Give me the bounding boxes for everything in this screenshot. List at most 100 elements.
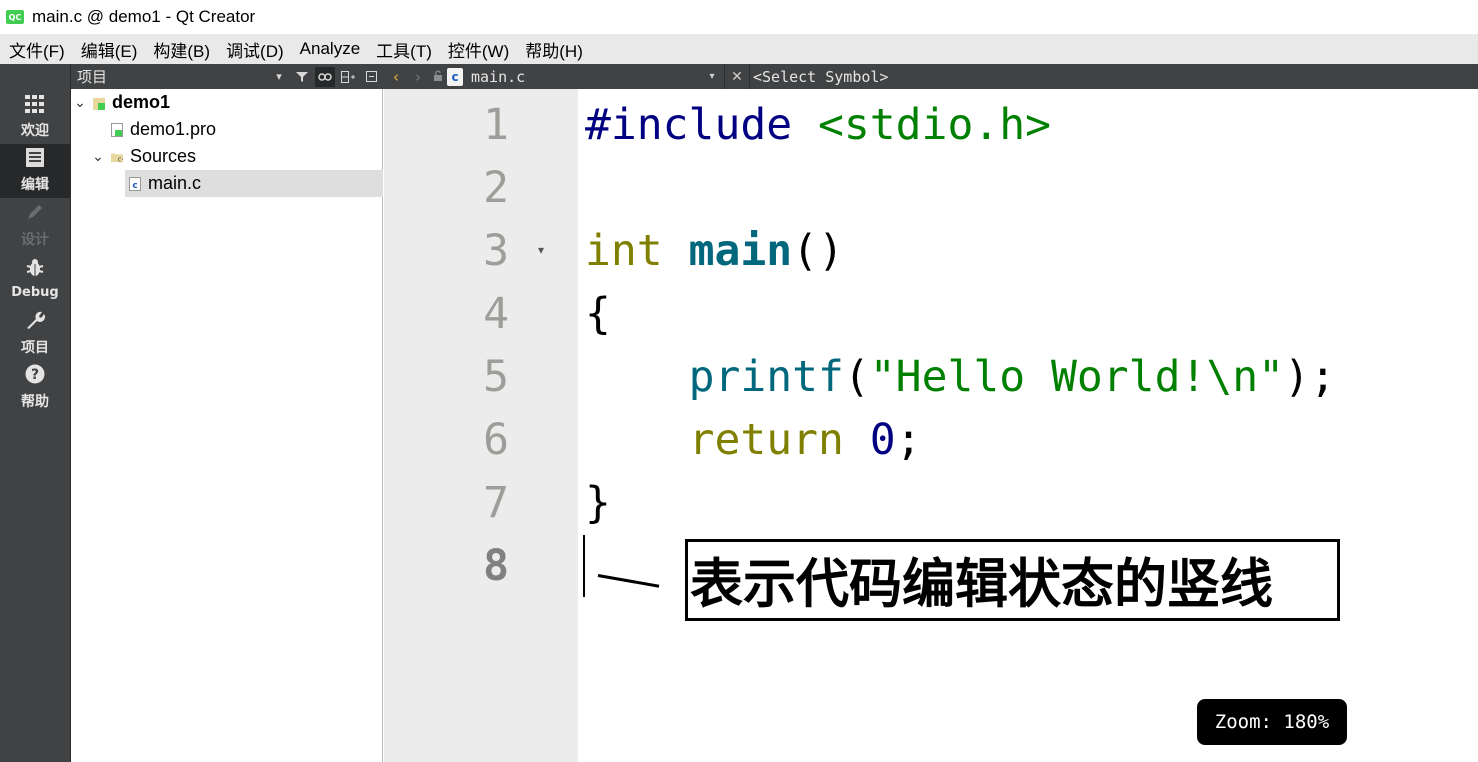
forward-arrow-icon[interactable]: › xyxy=(407,68,429,86)
tree-item-sources[interactable]: ⌄ C+ Sources xyxy=(89,143,383,170)
code-line-5: printf("Hello World!\n"); xyxy=(585,346,1336,409)
text-cursor xyxy=(583,535,585,597)
mode-label: 设计 xyxy=(21,231,49,248)
menu-bar: 文件(F) 编辑(E) 构建(B) 调试(D) Analyze 工具(T) 控件… xyxy=(0,34,1478,64)
string-literal-token: "Hello World!\n" xyxy=(869,352,1285,402)
menu-build[interactable]: 构建(B) xyxy=(145,37,218,62)
number-token: 0 xyxy=(869,415,896,465)
line-number: 3 xyxy=(483,226,509,276)
mode-edit[interactable]: 编辑 xyxy=(0,144,70,198)
line-number-current: 8 xyxy=(483,541,509,591)
lock-icon[interactable] xyxy=(429,69,447,84)
preprocessor-token: #include xyxy=(585,100,818,150)
brace-token: { xyxy=(585,289,611,339)
code-line-1: #include <stdio.h> xyxy=(585,94,1051,157)
divider xyxy=(724,64,725,89)
document-icon xyxy=(26,148,44,172)
menu-file[interactable]: 文件(F) xyxy=(0,37,73,62)
split-icon[interactable] xyxy=(338,67,358,87)
close-icon[interactable]: ✕ xyxy=(728,69,746,85)
line-number: 6 xyxy=(483,415,509,465)
title-bar: QC main.c @ demo1 - Qt Creator xyxy=(0,0,1478,34)
mode-design[interactable]: 设计 xyxy=(0,198,70,252)
project-pane-title: 项目 xyxy=(77,68,108,86)
mode-label: 项目 xyxy=(21,339,49,356)
folder-icon: C+ xyxy=(111,150,123,164)
function-call-token: printf xyxy=(688,352,844,402)
close-pane-icon[interactable] xyxy=(361,67,381,87)
chevron-down-icon[interactable]: ▾ xyxy=(269,67,289,87)
menu-debug[interactable]: 调试(D) xyxy=(218,37,292,62)
mode-debug[interactable]: Debug xyxy=(0,252,70,306)
tree-item-label: Sources xyxy=(130,146,197,166)
pencil-icon xyxy=(25,202,45,227)
link-icon[interactable] xyxy=(315,66,335,87)
c-file-icon: c xyxy=(129,176,141,191)
line-number: 1 xyxy=(483,100,509,150)
menu-help[interactable]: 帮助(H) xyxy=(517,37,591,62)
symbol-selector[interactable]: <Select Symbol> xyxy=(753,68,888,86)
paren-token: ); xyxy=(1284,352,1336,402)
line-number: 2 xyxy=(483,163,509,213)
brace-token: } xyxy=(585,478,611,528)
editor-toolbar: ‹ › c main.c ▾ ✕ <Select Symbol> xyxy=(384,64,1478,89)
annotation-box: 表示代码编辑状态的竖线 xyxy=(685,539,1340,621)
tree-item-demo1-pro[interactable]: demo1.pro xyxy=(111,116,383,143)
c-file-icon: c xyxy=(447,67,463,86)
mode-label: 欢迎 xyxy=(21,122,49,139)
current-file-name[interactable]: main.c xyxy=(471,68,703,86)
semicolon-token: ; xyxy=(895,415,922,465)
mode-welcome[interactable]: 欢迎 xyxy=(0,90,70,144)
tree-item-label: main.c xyxy=(148,173,202,193)
mode-projects[interactable]: 项目 xyxy=(0,306,70,360)
zoom-indicator: Zoom: 180% xyxy=(1197,699,1347,745)
annotation-text: 表示代码编辑状态的竖线 xyxy=(690,554,1273,615)
line-number-gutter[interactable]: 1 2 3 ▾ 4 5 6 7 8 xyxy=(384,89,578,762)
menu-edit[interactable]: 编辑(E) xyxy=(73,37,146,62)
code-line-3: int main() xyxy=(585,220,844,283)
mode-label: Debug xyxy=(11,285,59,300)
mode-selector: 欢迎 编辑 设计 Debug 项目 ? 帮助 xyxy=(0,64,71,762)
code-line-4: { xyxy=(585,283,611,346)
wrench-icon xyxy=(25,310,45,335)
code-line-6: return 0; xyxy=(585,409,922,472)
back-arrow-icon[interactable]: ‹ xyxy=(385,68,407,86)
divider xyxy=(749,64,750,89)
pro-file-icon xyxy=(111,122,123,137)
bug-icon xyxy=(25,258,45,283)
menu-analyze[interactable]: Analyze xyxy=(292,39,368,59)
menu-tools[interactable]: 工具(T) xyxy=(368,37,440,62)
filter-icon[interactable] xyxy=(292,67,312,87)
tree-item-demo1[interactable]: ⌄ demo1 xyxy=(71,89,383,116)
tree-item-label: demo1 xyxy=(112,92,171,112)
svg-text:?: ? xyxy=(31,367,39,383)
keyword-token: return xyxy=(688,415,870,465)
svg-text:c: c xyxy=(132,181,137,191)
help-icon: ? xyxy=(25,364,45,389)
line-number: 7 xyxy=(483,478,509,528)
chevron-down-icon[interactable]: ⌄ xyxy=(71,94,89,111)
menu-controls[interactable]: 控件(W) xyxy=(440,37,517,62)
line-number: 4 xyxy=(483,289,509,339)
paren-token: () xyxy=(792,226,844,276)
paren-token: ( xyxy=(843,352,870,402)
tree-item-label: demo1.pro xyxy=(130,119,217,139)
tree-item-main-c[interactable]: c main.c xyxy=(125,170,383,197)
project-icon xyxy=(93,96,105,110)
code-line-7: } xyxy=(585,472,611,535)
mode-label: 编辑 xyxy=(21,177,49,193)
chevron-down-icon[interactable]: ▾ xyxy=(703,71,721,82)
mode-help[interactable]: ? 帮助 xyxy=(0,360,70,414)
include-header-token: <stdio.h> xyxy=(818,100,1051,150)
project-tree: ⌄ demo1 demo1.pro ⌄ C+ Sources c main.c xyxy=(71,89,383,762)
qt-creator-icon: QC xyxy=(6,10,24,24)
code-editor[interactable]: #include <stdio.h> int main() { printf("… xyxy=(578,89,1478,762)
project-pane-header: 项目 ▾ xyxy=(71,64,384,89)
chevron-down-icon[interactable]: ⌄ xyxy=(89,148,107,165)
grid-icon xyxy=(25,94,45,118)
fold-marker-icon[interactable]: ▾ xyxy=(538,243,544,257)
keyword-token: int xyxy=(585,226,689,276)
function-name-token: main xyxy=(688,226,793,276)
